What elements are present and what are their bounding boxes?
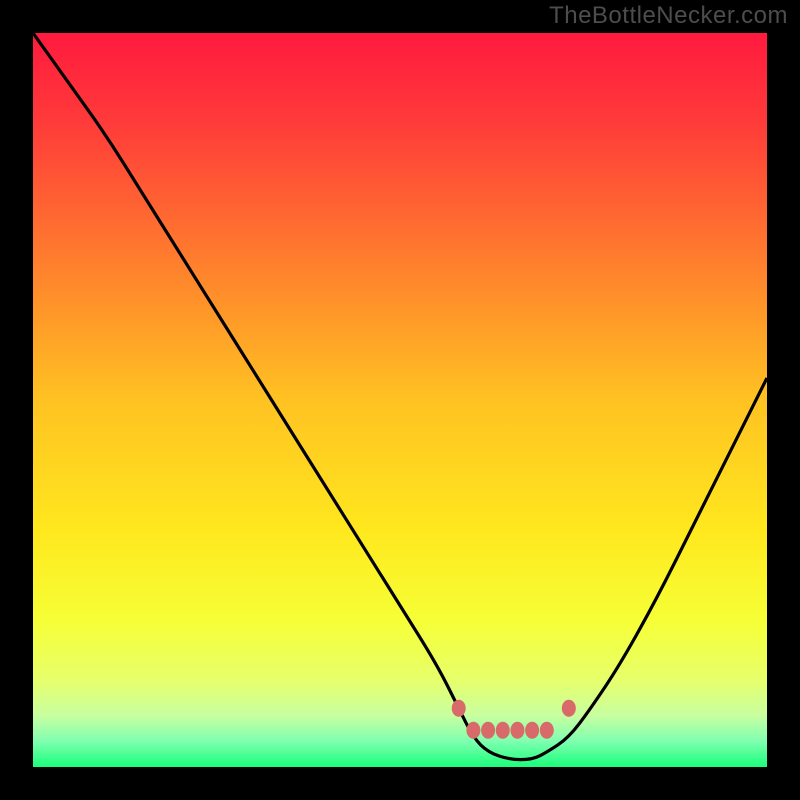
marker-flat-b [481, 722, 495, 739]
chart-stage: TheBottleNecker.com [0, 0, 800, 800]
marker-flat-f [540, 722, 554, 739]
marker-right-threshold [562, 700, 576, 717]
marker-flat-d [510, 722, 524, 739]
plot-area [33, 33, 767, 767]
gradient-background [33, 33, 767, 767]
watermark-text: TheBottleNecker.com [549, 2, 788, 30]
marker-flat-a [466, 722, 480, 739]
chart-svg [33, 33, 767, 767]
marker-flat-e [525, 722, 539, 739]
marker-left-threshold [452, 700, 466, 717]
marker-flat-c [496, 722, 510, 739]
